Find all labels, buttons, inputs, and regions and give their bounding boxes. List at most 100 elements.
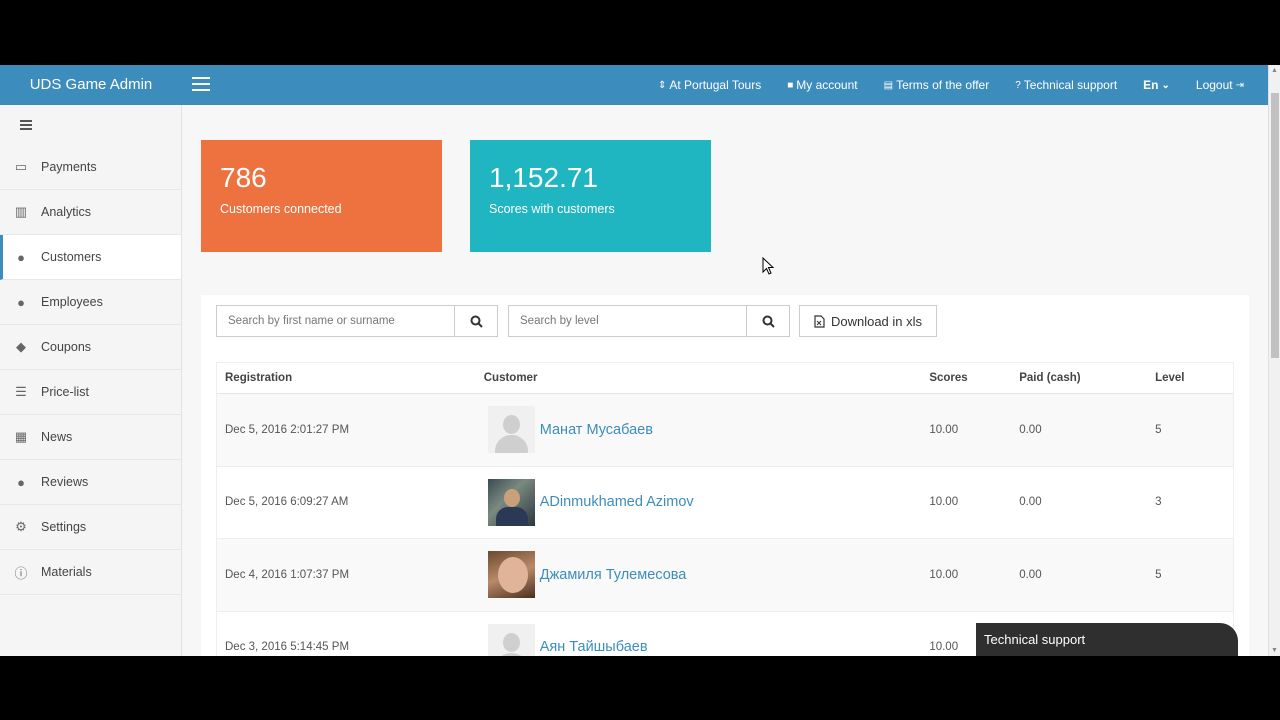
registration-date: Dec 5, 2016 6:09:27 AM [225,496,349,509]
scores-label: Scores with customers [489,202,615,216]
name-search-input[interactable] [217,306,454,336]
sidebar-item-label: Coupons [41,340,92,354]
paid-cell: 0.00 [1019,496,1042,509]
table-header: Registration Customer Scores Paid (cash)… [217,363,1233,394]
table-row[interactable]: Dec 5, 2016 6:09:27 AM ADinmukhamed Azim… [217,467,1233,539]
sidebar-item-label: Payments [41,160,97,174]
sidebar: ▭ Payments ▥ Analytics ● Customers ● Emp… [0,105,182,656]
terms-link[interactable]: ▤ Terms of the offer [884,78,990,92]
terms-label: Terms of the offer [896,78,990,92]
scores-cell: 10.00 [929,496,959,509]
menu-toggle-icon[interactable] [192,77,210,93]
sidebar-item-employees[interactable]: ● Employees [0,280,181,325]
paid-cell: 0.00 [1019,423,1042,436]
support-link[interactable]: ? Technical support [1015,78,1117,92]
support-chat-label: Technical support [984,632,1086,647]
customer-name-link[interactable]: Джамиля Тулемесова [540,567,687,583]
sidebar-item-coupons[interactable]: ◆ Coupons [0,325,181,370]
info-icon: ⓘ [14,565,28,581]
newspaper-icon: ▦ [14,429,28,444]
admin-window: UDS Game Admin ⇕ At Portugal Tours ■ My … [0,65,1280,656]
level-search-button[interactable] [746,306,789,336]
sidebar-item-label: News [41,430,73,444]
sidebar-item-label: Analytics [41,205,92,219]
header-customer[interactable]: Customer [476,372,922,384]
scores-total: 1,152.71 [489,162,598,193]
name-search-group [216,305,498,337]
registration-date: Dec 3, 2016 5:14:45 PM [225,641,350,654]
ticket-icon: ◆ [16,339,26,354]
user-icon: ● [17,294,25,310]
name-search-button[interactable] [454,306,497,336]
top-navbar: UDS Game Admin ⇕ At Portugal Tours ■ My … [0,65,1268,105]
brand-logo[interactable]: UDS Game Admin [0,65,182,105]
logout-link[interactable]: Logout ⇥ [1196,78,1244,92]
sidebar-item-materials[interactable]: ⓘ Materials [0,550,181,595]
scores-cell: 10.00 [929,423,959,436]
language-dropdown[interactable]: En ⌄ [1143,78,1170,92]
sidebar-item-price-list[interactable]: ☰ Price-list [0,370,181,415]
header-scores[interactable]: Scores [921,372,1016,384]
header-paid[interactable]: Paid (cash) [1016,372,1153,384]
sidebar-item-label: Price-list [41,385,89,399]
level-search-group [508,305,790,337]
file-icon: ▤ [883,79,894,91]
customer-name-link[interactable]: Манат Мусабаев [540,422,653,438]
sidebar-item-payments[interactable]: ▭ Payments [0,145,181,190]
download-label: Download in xls [830,313,923,329]
search-icon [762,315,775,328]
company-switch-link[interactable]: ⇕ At Portugal Tours [658,78,761,92]
sidebar-item-label: Employees [41,295,103,309]
users-icon: ● [17,249,25,265]
customer-name-link[interactable]: ADinmukhamed Azimov [540,494,694,510]
sidebar-item-analytics[interactable]: ▥ Analytics [0,190,181,235]
my-account-label: My account [796,78,858,92]
registration-date: Dec 5, 2016 2:01:27 PM [225,423,350,436]
support-chat-widget[interactable]: Technical support [976,623,1238,656]
chevron-down-icon: ⌄ [1161,79,1170,91]
sidebar-item-customers[interactable]: ● Customers [0,235,181,280]
registration-date: Dec 4, 2016 1:07:37 PM [225,568,350,581]
customers-panel: Download in xls Registration Customer Sc… [201,295,1249,656]
avatar [487,406,535,454]
cogs-icon: ⚙ [15,519,27,534]
level-cell: 3 [1155,496,1162,509]
customers-table: Registration Customer Scores Paid (cash)… [216,362,1234,656]
sidebar-item-news[interactable]: ▦ News [0,415,181,460]
bar-chart-icon: ▥ [14,204,28,219]
sidebar-item-reviews[interactable]: ● Reviews [0,460,181,505]
header-level[interactable]: Level [1153,372,1233,384]
sidebar-item-label: Settings [41,520,87,534]
customers-count: 786 [220,162,267,193]
list-icon: ☰ [15,384,27,399]
bars-icon [20,120,32,132]
scroll-up-arrow-icon[interactable]: ▲ [1271,67,1278,74]
sidebar-toggle[interactable] [0,105,181,145]
avatar [487,551,535,599]
comment-icon: ● [17,474,25,490]
scores-stat-card: 1,152.71 Scores with customers [470,140,711,252]
customer-cell: ADinmukhamed Azimov [476,478,922,526]
sort-icon: ⇕ [657,79,667,91]
customer-cell: Манат Мусабаев [476,406,922,454]
top-nav-links: ⇕ At Portugal Tours ■ My account ▤ Terms… [658,65,1244,105]
scrollbar-thumb[interactable] [1271,93,1279,358]
customer-cell: Джамиля Тулемесова [476,551,922,599]
download-xls-button[interactable]: Download in xls [799,305,937,337]
sign-out-icon: ⇥ [1235,79,1244,91]
customers-label: Customers connected [220,202,342,216]
briefcase-icon: ■ [787,79,794,91]
scroll-down-arrow-icon[interactable]: ▼ [1271,647,1278,654]
customer-name-link[interactable]: Аян Тайшыбаев [540,639,648,655]
table-row[interactable]: Dec 5, 2016 2:01:27 PM Манат Мусабаев 10… [217,394,1233,467]
table-row[interactable]: Dec 4, 2016 1:07:37 PM Джамиля Тулемесов… [217,539,1233,612]
sidebar-item-settings[interactable]: ⚙ Settings [0,505,181,550]
file-excel-icon [814,314,825,328]
credit-card-icon: ▭ [14,159,28,174]
page-scrollbar[interactable]: ▲ ▼ [1268,65,1280,656]
header-registration[interactable]: Registration [217,372,476,384]
avatar [487,623,535,656]
company-name: At Portugal Tours [669,78,762,92]
level-search-input[interactable] [509,306,746,336]
my-account-link[interactable]: ■ My account [787,78,857,92]
